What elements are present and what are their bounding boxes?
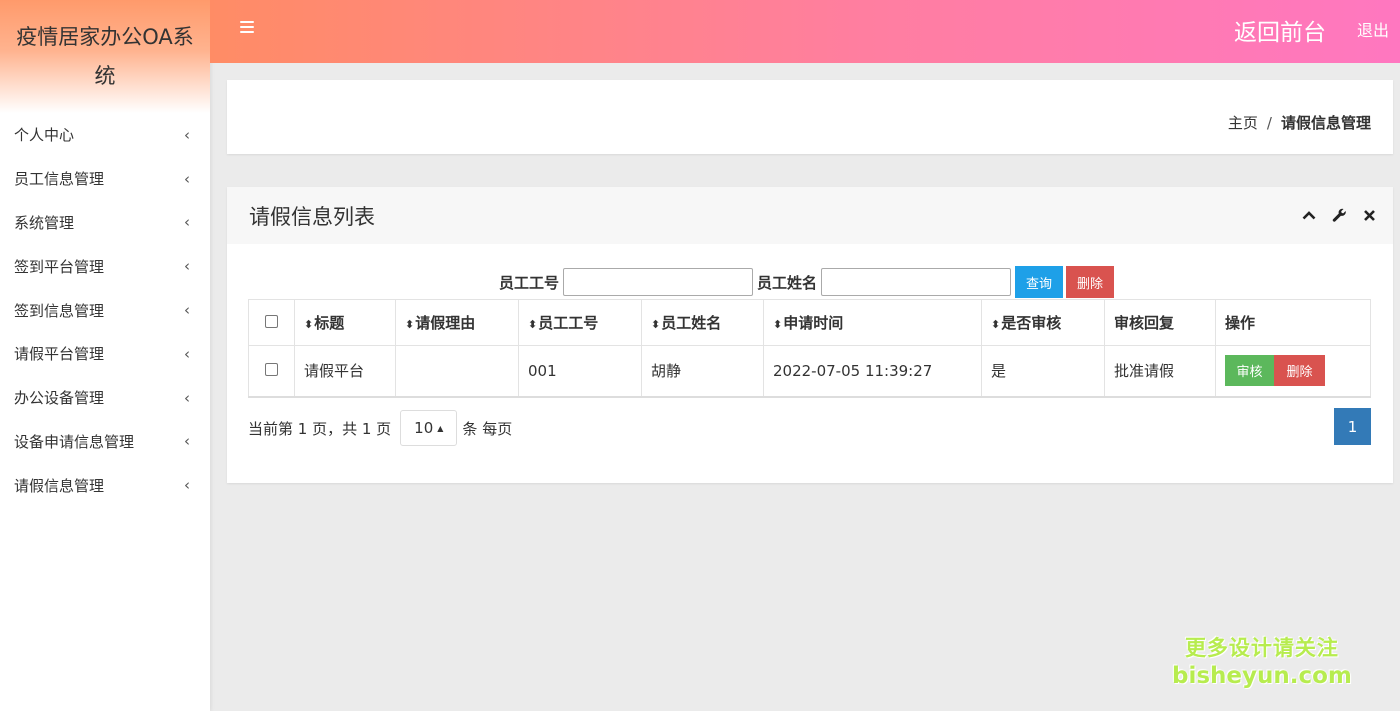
caret-up-icon: ▲	[437, 423, 444, 433]
approve-button[interactable]: 审核	[1225, 355, 1274, 387]
sidebar-item-label: 系统管理	[14, 213, 75, 232]
sidebar-item-label: 设备申请信息管理	[14, 432, 135, 451]
cell-employee-name: 胡静	[641, 345, 764, 397]
sort-icon: ⬍	[991, 318, 1001, 331]
breadcrumb: 主页 / 请假信息管理	[1228, 112, 1371, 133]
search-bar: 员工工号 员工姓名 查询 删除	[499, 266, 1115, 298]
sidebar: 疫情居家办公OA系统 个人中心 ‹ 员工信息管理 ‹ 系统管理 ‹ 签到平台管理 ‹ 签…	[0, 0, 210, 711]
sidebar-item-leave-platform[interactable]: 请假平台管理 ‹	[0, 332, 210, 376]
bulk-delete-button[interactable]: 删除	[1066, 266, 1115, 298]
sidebar-item-label: 请假信息管理	[14, 476, 105, 495]
sort-icon: ⬍	[773, 318, 783, 331]
query-button[interactable]: 查询	[1015, 266, 1064, 298]
employee-name-input[interactable]	[821, 268, 1012, 296]
chevron-left-icon: ‹	[184, 388, 190, 407]
employee-no-label: 员工工号	[499, 273, 560, 292]
column-header-reason[interactable]: ⬍请假理由	[395, 299, 519, 346]
column-header-apply-time[interactable]: ⬍申请时间	[763, 299, 982, 346]
sidebar-item-office-equipment[interactable]: 办公设备管理 ‹	[0, 376, 210, 420]
brand-header: 疫情居家办公OA系统	[0, 0, 210, 113]
page-size-select[interactable]: 10 ▲	[400, 410, 458, 446]
sort-icon: ⬍	[651, 318, 661, 331]
chevron-left-icon: ‹	[184, 301, 190, 320]
app-title: 疫情居家办公OA系统	[16, 24, 194, 88]
column-header-employee-no[interactable]: ⬍员工工号	[518, 299, 642, 346]
column-header-employee-name[interactable]: ⬍员工姓名	[641, 299, 764, 346]
column-header-actions: 操作	[1215, 299, 1371, 346]
sidebar-item-equipment-request[interactable]: 设备申请信息管理 ‹	[0, 420, 210, 464]
page-button-current[interactable]: 1	[1334, 408, 1371, 445]
sidebar-item-checkin-platform[interactable]: 签到平台管理 ‹	[0, 244, 210, 288]
close-icon[interactable]	[1361, 207, 1377, 223]
sidebar-item-employee-info[interactable]: 员工信息管理 ‹	[0, 157, 210, 201]
watermark-line1: 更多设计请关注	[1184, 636, 1339, 660]
employee-name-label: 员工姓名	[757, 273, 818, 292]
row-checkbox[interactable]	[265, 362, 278, 376]
sort-icon: ⬍	[528, 318, 538, 331]
sort-icon: ⬍	[304, 318, 314, 331]
column-header-reply: 审核回复	[1104, 299, 1216, 346]
hamburger-icon[interactable]	[240, 21, 254, 33]
sidebar-item-label: 签到平台管理	[14, 257, 105, 276]
chevron-left-icon: ‹	[184, 257, 190, 276]
breadcrumb-home[interactable]: 主页	[1228, 114, 1258, 132]
chevron-up-icon[interactable]	[1301, 207, 1317, 223]
chevron-left-icon: ‹	[184, 125, 190, 144]
breadcrumb-current: 请假信息管理	[1280, 114, 1371, 132]
sort-icon: ⬍	[405, 318, 415, 331]
breadcrumb-card: 主页 / 请假信息管理	[227, 80, 1393, 154]
cell-employee-no: 001	[518, 345, 642, 397]
select-all-checkbox[interactable]	[265, 314, 278, 328]
cell-title: 请假平台	[294, 345, 396, 397]
page-title: 请假信息列表	[249, 205, 375, 229]
sidebar-item-system[interactable]: 系统管理 ‹	[0, 201, 210, 245]
watermark-line2: bisheyun.com	[1172, 663, 1352, 689]
sidebar-item-label: 签到信息管理	[14, 301, 105, 320]
pagination-info: 当前第 1 页，共 1 页 10 ▲ 条 每页	[248, 410, 512, 446]
row-delete-button[interactable]: 删除	[1274, 355, 1325, 387]
cell-reason	[395, 345, 519, 397]
sidebar-item-label: 办公设备管理	[14, 389, 105, 408]
watermark: 更多设计请关注 bisheyun.com	[1172, 634, 1352, 690]
card-tools	[1301, 207, 1377, 223]
wrench-icon[interactable]	[1331, 207, 1347, 223]
cell-actions: 审核 删除	[1215, 345, 1371, 397]
leave-table: ⬍标题 ⬍请假理由 ⬍员工工号 ⬍员工姓名 ⬍申请时间 ⬍是否审核 审核回复 操…	[248, 299, 1371, 398]
page-info-text: 当前第 1 页，共 1 页	[248, 419, 392, 438]
chevron-left-icon: ‹	[184, 169, 190, 188]
sidebar-item-leave-info[interactable]: 请假信息管理 ‹	[0, 463, 210, 507]
row-select-cell	[248, 345, 295, 397]
sidebar-item-personal-center[interactable]: 个人中心 ‹	[0, 113, 210, 157]
employee-no-input[interactable]	[563, 268, 754, 296]
sidebar-item-checkin-info[interactable]: 签到信息管理 ‹	[0, 288, 210, 332]
table-row: 请假平台 001 胡静 2022-07-05 11:39:27 是 批准请假 审…	[248, 345, 1371, 397]
chevron-left-icon: ‹	[184, 432, 190, 451]
back-to-frontend-link[interactable]: 返回前台	[1234, 13, 1326, 47]
chevron-left-icon: ‹	[184, 344, 190, 363]
card-header: 请假信息列表	[227, 187, 1393, 244]
chevron-left-icon: ‹	[184, 476, 190, 495]
chevron-left-icon: ‹	[184, 213, 190, 232]
sidebar-item-label: 员工信息管理	[14, 170, 105, 189]
leave-list-card: 请假信息列表 员工工号 员工姓名 查询 删除 ⬍标题 ⬍请假理由 ⬍员工工号 ⬍…	[227, 187, 1393, 483]
breadcrumb-separator: /	[1266, 114, 1272, 132]
table-header-row: ⬍标题 ⬍请假理由 ⬍员工工号 ⬍员工姓名 ⬍申请时间 ⬍是否审核 审核回复 操…	[248, 299, 1371, 346]
column-header-reviewed[interactable]: ⬍是否审核	[981, 299, 1105, 346]
select-all-cell	[248, 299, 295, 346]
logout-link[interactable]: 退出	[1357, 17, 1389, 41]
cell-apply-time: 2022-07-05 11:39:27	[763, 345, 982, 397]
cell-reply: 批准请假	[1104, 345, 1216, 397]
sidebar-item-label: 请假平台管理	[14, 345, 105, 364]
cell-reviewed: 是	[981, 345, 1105, 397]
sidebar-menu: 个人中心 ‹ 员工信息管理 ‹ 系统管理 ‹ 签到平台管理 ‹ 签到信息管理 ‹ 请假平台…	[0, 113, 210, 507]
top-bar: 返回前台 退出	[210, 0, 1400, 63]
column-header-title[interactable]: ⬍标题	[294, 299, 396, 346]
sidebar-item-label: 个人中心	[14, 126, 75, 145]
page-size-suffix: 条 每页	[462, 419, 513, 438]
